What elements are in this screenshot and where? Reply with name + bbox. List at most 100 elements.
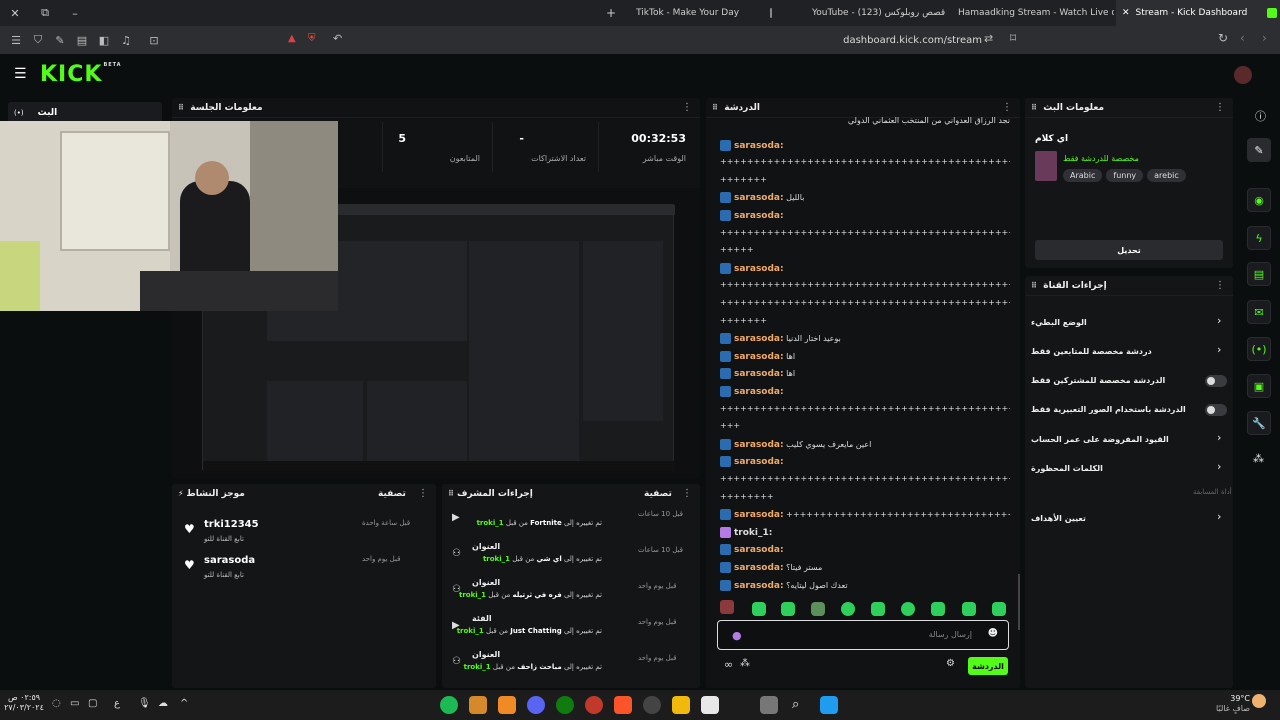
- new-tab-icon[interactable]: +: [606, 6, 616, 20]
- drag-handle-icon[interactable]: ⠿: [448, 489, 457, 498]
- bookmarks-icon[interactable]: ▤: [72, 30, 92, 50]
- more-options-icon[interactable]: ⋮: [1215, 280, 1225, 291]
- chat-username[interactable]: sarasoda:: [734, 387, 784, 397]
- activity-user[interactable]: sarasoda: [204, 555, 255, 566]
- app-icon[interactable]: [585, 696, 603, 714]
- menu-icon[interactable]: ☰: [6, 30, 26, 50]
- chat-username[interactable]: sarasoda:: [734, 581, 784, 591]
- chevron-up-icon[interactable]: ^: [180, 698, 188, 709]
- shield-icon[interactable]: ⛉: [28, 30, 48, 50]
- microphone-icon[interactable]: 🎙: [138, 698, 151, 709]
- chat-username[interactable]: sarasoda:: [734, 211, 784, 221]
- toggle-emotes-only[interactable]: [1205, 404, 1227, 416]
- close-window-icon[interactable]: ✕: [0, 0, 30, 26]
- bookmark-icon[interactable]: ⌑: [1010, 31, 1016, 45]
- forward-icon[interactable]: ‹: [1240, 31, 1245, 45]
- more-dots-icon[interactable]: ⁂: [1253, 452, 1264, 465]
- drag-handle-icon[interactable]: ⠿: [1031, 281, 1037, 290]
- xbox-icon[interactable]: [556, 696, 574, 714]
- chevron-right-icon[interactable]: ›: [1217, 460, 1221, 473]
- action-account-age[interactable]: القيود المفروضة على عمر الحساب: [1031, 435, 1169, 444]
- mod-actions-filter[interactable]: تصفية: [644, 489, 672, 499]
- task-view-icon[interactable]: [760, 696, 778, 714]
- activity-filter[interactable]: تصفية: [378, 489, 406, 499]
- toggle-subscribers-only[interactable]: [1205, 375, 1227, 387]
- drag-handle-icon[interactable]: ⠿: [178, 103, 184, 112]
- music-icon[interactable]: ♫: [116, 30, 136, 50]
- weather-widget[interactable]: 39°C صافٍ غالبًا: [1214, 694, 1250, 714]
- emote-1[interactable]: [752, 602, 766, 616]
- chat-username[interactable]: sarasoda:: [734, 545, 784, 555]
- sidebar-icon[interactable]: ◧: [94, 30, 114, 50]
- tab-tiktok[interactable]: + TikTok - Make Your Day: [606, 0, 766, 26]
- drag-handle-icon[interactable]: ⠿: [1031, 103, 1037, 112]
- camera-icon[interactable]: ◉: [1247, 188, 1271, 212]
- document-icon[interactable]: ▤: [1247, 262, 1271, 286]
- tag[interactable]: funny: [1106, 169, 1144, 182]
- drag-handle-icon[interactable]: ⠿: [712, 103, 718, 112]
- taskbar-clock[interactable]: ٠٢:٥٩ ص ٢٧/٠٣/٢٠٢٤: [4, 693, 44, 713]
- activity-user[interactable]: trki12345: [204, 519, 259, 530]
- emote-3[interactable]: [811, 602, 825, 616]
- warning-icon[interactable]: ▲: [288, 33, 296, 44]
- more-options-icon[interactable]: ⋮: [1002, 102, 1012, 113]
- more-options-icon[interactable]: ⋮: [682, 102, 692, 113]
- action-followers-only[interactable]: دردشة مخصصة للمتابعين فقط: [1031, 347, 1152, 356]
- store-icon[interactable]: [701, 696, 719, 714]
- dots-icon[interactable]: ⁂: [740, 658, 750, 669]
- chat-username[interactable]: sarasoda:: [734, 440, 784, 450]
- address-bar[interactable]: dashboard.kick.com/stream: [280, 30, 1030, 50]
- emote-6[interactable]: [901, 602, 915, 616]
- infinity-icon[interactable]: ∞: [724, 658, 733, 671]
- windows-start-icon[interactable]: [820, 696, 838, 714]
- tag[interactable]: Arabic: [1063, 169, 1103, 182]
- emote-8[interactable]: [962, 602, 976, 616]
- emoji-icon[interactable]: ☻: [988, 628, 998, 639]
- app-icon[interactable]: [498, 696, 516, 714]
- chat-username[interactable]: sarasoda:: [734, 510, 784, 520]
- emote-9[interactable]: [992, 602, 1006, 616]
- cloud-icon[interactable]: ☁: [158, 698, 168, 709]
- broadcast-icon[interactable]: (•): [1247, 337, 1271, 361]
- chevron-right-icon[interactable]: ›: [1217, 343, 1221, 356]
- more-options-icon[interactable]: ⋮: [418, 488, 428, 499]
- hamburger-icon[interactable]: ☰: [14, 66, 27, 82]
- emote-7[interactable]: [931, 602, 945, 616]
- battery-icon[interactable]: ▭: [70, 698, 79, 709]
- history-icon[interactable]: ✎: [50, 30, 70, 50]
- share-icon[interactable]: ⇄: [984, 32, 993, 45]
- spotify-icon[interactable]: [440, 696, 458, 714]
- stream-category[interactable]: مخصصة للدردشة فقط: [1063, 154, 1139, 163]
- brave-icon[interactable]: [614, 696, 632, 714]
- chat-username[interactable]: sarasoda:: [734, 334, 784, 344]
- avatar[interactable]: [1234, 66, 1252, 84]
- kick-logo[interactable]: KICKBETA: [40, 62, 122, 87]
- chat-username[interactable]: sarasoda:: [734, 369, 784, 379]
- tab-youtube[interactable]: YouTube - (123) قصص روبلوكس: [766, 0, 946, 26]
- settings-gear-icon[interactable]: ⚙: [946, 658, 955, 669]
- tab-kick-dashboard[interactable]: ✕ Stream - Kick Dashboard: [1116, 0, 1280, 26]
- layout-icon[interactable]: ▣: [1247, 374, 1271, 398]
- emote-avatar[interactable]: [720, 600, 734, 614]
- info-icon[interactable]: ⓘ: [1255, 108, 1266, 124]
- settings-icon[interactable]: [643, 696, 661, 714]
- lightning-icon[interactable]: ϟ: [1247, 226, 1271, 250]
- chat-username[interactable]: troki_1:: [734, 528, 772, 538]
- edit-icon[interactable]: ✎: [1247, 138, 1271, 162]
- emote-4[interactable]: [841, 602, 855, 616]
- chat-username[interactable]: sarasoda:: [734, 141, 784, 151]
- back-arrow-icon[interactable]: ↶: [333, 32, 342, 45]
- chevron-right-icon[interactable]: ›: [1217, 510, 1221, 523]
- chat-taskbar-icon[interactable]: ◌: [52, 698, 61, 709]
- screenshot-icon[interactable]: ⊡: [144, 30, 164, 50]
- monitor-icon[interactable]: ▢: [88, 698, 97, 709]
- emote-2[interactable]: [781, 602, 795, 616]
- send-chat-button[interactable]: الدردشة: [968, 657, 1008, 675]
- chat-username[interactable]: sarasoda:: [734, 457, 784, 467]
- chat-scrollbar[interactable]: [1018, 574, 1020, 630]
- chevron-right-icon[interactable]: ›: [1217, 314, 1221, 327]
- chevron-right-icon[interactable]: ›: [1217, 431, 1221, 444]
- more-options-icon[interactable]: ⋮: [682, 488, 692, 499]
- language-indicator[interactable]: ع: [114, 698, 120, 709]
- reload-icon[interactable]: ↻: [1218, 31, 1228, 45]
